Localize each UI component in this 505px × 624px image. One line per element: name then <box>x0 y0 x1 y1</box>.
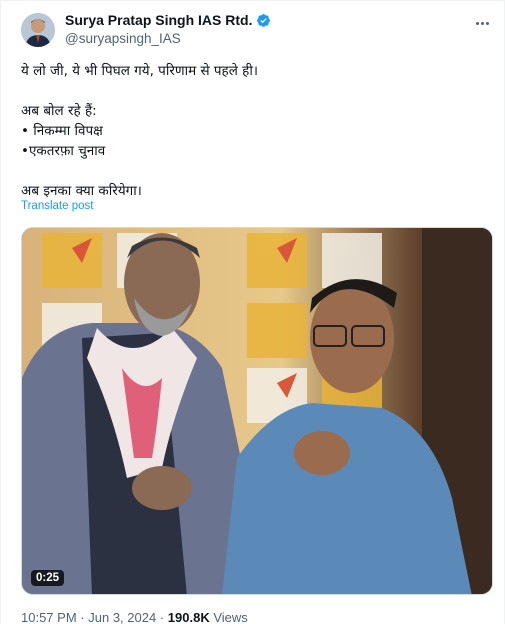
verified-badge-icon <box>256 13 271 28</box>
post-date[interactable]: Jun 3, 2024 <box>88 610 156 624</box>
post-text-line: •एकतरफ़ा चुनाव <box>21 143 106 159</box>
meta-separator: · <box>80 610 85 624</box>
tweet-card: Surya Pratap Singh IAS Rtd. @suryapsingh… <box>0 0 505 624</box>
video-player[interactable]: 0:25 <box>21 227 493 595</box>
author-name[interactable]: Surya Pratap Singh IAS Rtd. <box>65 12 252 28</box>
translate-post-link[interactable]: Translate post <box>21 200 93 212</box>
meta-separator: · <box>159 610 165 624</box>
post-text-line: अब बोल रहे हैं: <box>21 103 97 119</box>
post-text-line: अब इनका क्या करियेगा। <box>21 183 142 199</box>
video-thumbnail <box>22 228 492 594</box>
author-handle[interactable]: @suryapsingh_IAS <box>65 31 181 46</box>
post-meta: 10:57 PM · Jun 3, 2024 · 190.8K Views <box>21 610 248 624</box>
video-duration-badge: 0:25 <box>31 570 65 586</box>
post-text: ये लो जी, ये भी पिघल गये, परिणाम से पहले… <box>21 61 481 201</box>
views-count: 190.8K <box>167 610 210 624</box>
author-name-row: Surya Pratap Singh IAS Rtd. <box>65 12 271 28</box>
views-label: Views <box>213 610 248 624</box>
more-options-icon[interactable] <box>472 13 492 33</box>
post-time[interactable]: 10:57 PM <box>21 610 77 624</box>
post-text-line: • निकम्मा विपक्ष <box>21 123 103 139</box>
post-text-line: ये लो जी, ये भी पिघल गये, परिणाम से पहले… <box>21 63 258 79</box>
author-avatar[interactable] <box>21 13 55 47</box>
